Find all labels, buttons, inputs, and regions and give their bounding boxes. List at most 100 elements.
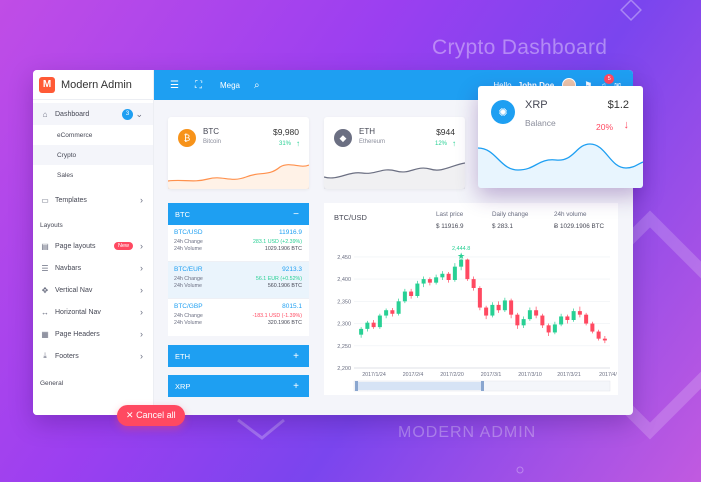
mega-menu-link[interactable]: Mega (220, 81, 240, 90)
expand-icon: + (293, 380, 299, 392)
sidebar-header-general: General (40, 379, 64, 387)
x-tick-label: 2017/3/21 (557, 372, 581, 378)
xrp-card[interactable]: ✺ XRP Balance $1.2 20% ↓ (478, 86, 643, 188)
btc-name: Bitcoin (203, 139, 222, 145)
pair-volume: 1029.1906 BTC (264, 246, 302, 252)
range-handle-left (355, 381, 358, 391)
sidebar-item-navbars[interactable]: ☰ Navbars › (33, 257, 153, 279)
sidebar-item-label: Templates (55, 196, 87, 204)
sidebar-item-label: Vertical Nav (55, 286, 93, 294)
candle-body (521, 319, 526, 326)
pair-row[interactable]: BTC/EUR 9213.3 24h Change 24h Volume 56.… (168, 262, 309, 299)
sidebar: M Modern Admin ⌂ Dashboard 3 ⌄ eCommerce… (33, 70, 154, 415)
arrows-horizontal-icon: ↔ (41, 307, 49, 317)
sidebar-item-page-layouts[interactable]: ▤ Page layouts New › (33, 235, 153, 257)
y-tick-label: 2,400 (337, 277, 351, 283)
brand[interactable]: M Modern Admin (33, 70, 153, 100)
sidebar-item-templates[interactable]: ▭ Templates › (33, 189, 153, 211)
btc-card[interactable]: ₿ BTC Bitcoin $9,980 31% ↑ (168, 117, 309, 189)
btc-accordion: BTC − BTC/USD 11916.9 24h Change 24h Vol… (168, 203, 309, 336)
range-selection (356, 382, 482, 390)
candle-body (396, 301, 401, 314)
sidebar-item-label: Footers (55, 352, 79, 360)
y-tick-label: 2,250 (337, 344, 351, 350)
pair-price: 9213.3 (282, 266, 302, 273)
pair-change-label: 24h Change (174, 313, 203, 319)
search-icon[interactable]: ⌕ (254, 80, 260, 91)
sidebar-item-ecommerce[interactable]: eCommerce (33, 125, 153, 145)
header-icon: ▦ (41, 329, 49, 339)
candle-body (552, 324, 557, 333)
candle-body (484, 307, 489, 316)
btc-sparkline (168, 164, 309, 189)
sidebar-item-page-headers[interactable]: ▦ Page Headers › (33, 323, 153, 345)
candle-body (577, 311, 582, 315)
x-tick-label: 2017/4/ (599, 372, 617, 378)
pair-row[interactable]: BTC/GBP 8015.1 24h Change 24h Volume -18… (168, 299, 309, 336)
footer-icon: ⤓ (43, 351, 47, 360)
candlestick-chart[interactable]: 2,200 2,250 2,300 2,350 2,400 2,450 ★2,444.8 20… (324, 203, 618, 395)
y-tick-label: 2,300 (337, 322, 351, 328)
pair-volume-label: 24h Volume (174, 246, 202, 252)
x-tick-label: 2017/1/24 (362, 372, 386, 378)
candle-body (584, 314, 589, 324)
pair-volume-label: 24h Volume (174, 320, 202, 326)
sidebar-item-label: Dashboard (55, 110, 90, 118)
ethereum-icon: ◆ (334, 129, 352, 147)
sidebar-item-label: Navbars (55, 264, 82, 272)
xrp-accordion: XRP + (168, 375, 309, 397)
cancel-all-button[interactable]: ✕ Cancel all (117, 405, 185, 426)
sidebar-item-footers[interactable]: ⤓ Footers › (33, 345, 153, 367)
dashboard-badge: 3 (122, 108, 133, 120)
sidebar-item-horizontal-nav[interactable]: ↔ Horizontal Nav › (33, 301, 153, 323)
candle-body (515, 314, 520, 326)
x-tick-label: 2017/3/1 (481, 372, 502, 378)
candle-body (409, 291, 414, 296)
sidebar-nav: ⌂ Dashboard 3 ⌄ eCommerce Crypto Sales ▭… (33, 103, 153, 393)
pair-row[interactable]: BTC/USD 11916.9 24h Change 24h Volume 28… (168, 225, 309, 262)
background-title: Crypto Dashboard (432, 36, 608, 59)
xrp-accordion-header[interactable]: XRP + (168, 375, 309, 397)
candle-body (477, 288, 482, 308)
candle-body (434, 277, 439, 283)
close-icon: ✕ (126, 410, 134, 420)
pair-change-label: 24h Change (174, 276, 203, 282)
new-badge: New (113, 242, 133, 250)
btc-change: 31% (278, 141, 291, 147)
pair-change-label: 24h Change (174, 239, 203, 245)
candle-body (546, 325, 551, 333)
chevron-right-icon: › (140, 263, 143, 273)
sidebar-item-dashboard[interactable]: ⌂ Dashboard 3 ⌄ (33, 103, 153, 125)
y-tick-label: 2,200 (337, 366, 351, 372)
range-handle-right (481, 381, 484, 391)
eth-accordion: ETH + (168, 345, 309, 367)
hamburger-icon[interactable]: ☰ (170, 80, 179, 91)
sidebar-item-sales[interactable]: Sales (33, 165, 153, 185)
xrp-balance-label: Balance (525, 118, 556, 128)
xrp-price: $1.2 (607, 99, 629, 111)
eth-accordion-header[interactable]: ETH + (168, 345, 309, 367)
eth-symbol: ETH (359, 127, 375, 136)
pair-price: 8015.1 (282, 303, 302, 310)
sidebar-item-vertical-nav[interactable]: ✥ Vertical Nav › (33, 279, 153, 301)
xrp-symbol: XRP (525, 99, 548, 111)
candle-body (534, 310, 539, 316)
chevron-right-icon: › (140, 329, 143, 339)
candle-body (559, 316, 564, 325)
candle-body (490, 304, 495, 316)
btc-accordion-header[interactable]: BTC − (168, 203, 309, 225)
eth-card[interactable]: ◆ ETH Ethereum $944 12% ↑ (324, 117, 465, 189)
y-tick-label: 2,450 (337, 255, 351, 261)
sidebar-item-crypto[interactable]: Crypto (33, 145, 153, 165)
brand-logo: M (39, 76, 55, 93)
chevron-right-icon: › (140, 307, 143, 317)
fullscreen-icon[interactable]: ⛶ (195, 80, 202, 91)
accordion-title: ETH (175, 351, 190, 361)
x-tick-label: 2017/2/20 (440, 372, 464, 378)
y-tick-label: 2,350 (337, 299, 351, 305)
candle-body (421, 279, 426, 284)
pair-change: -183.1 USD (-1.39%) (252, 313, 302, 319)
candle-body (496, 304, 501, 311)
expand-icon: + (293, 350, 299, 362)
x-tick-label: 2017/3/10 (518, 372, 542, 378)
